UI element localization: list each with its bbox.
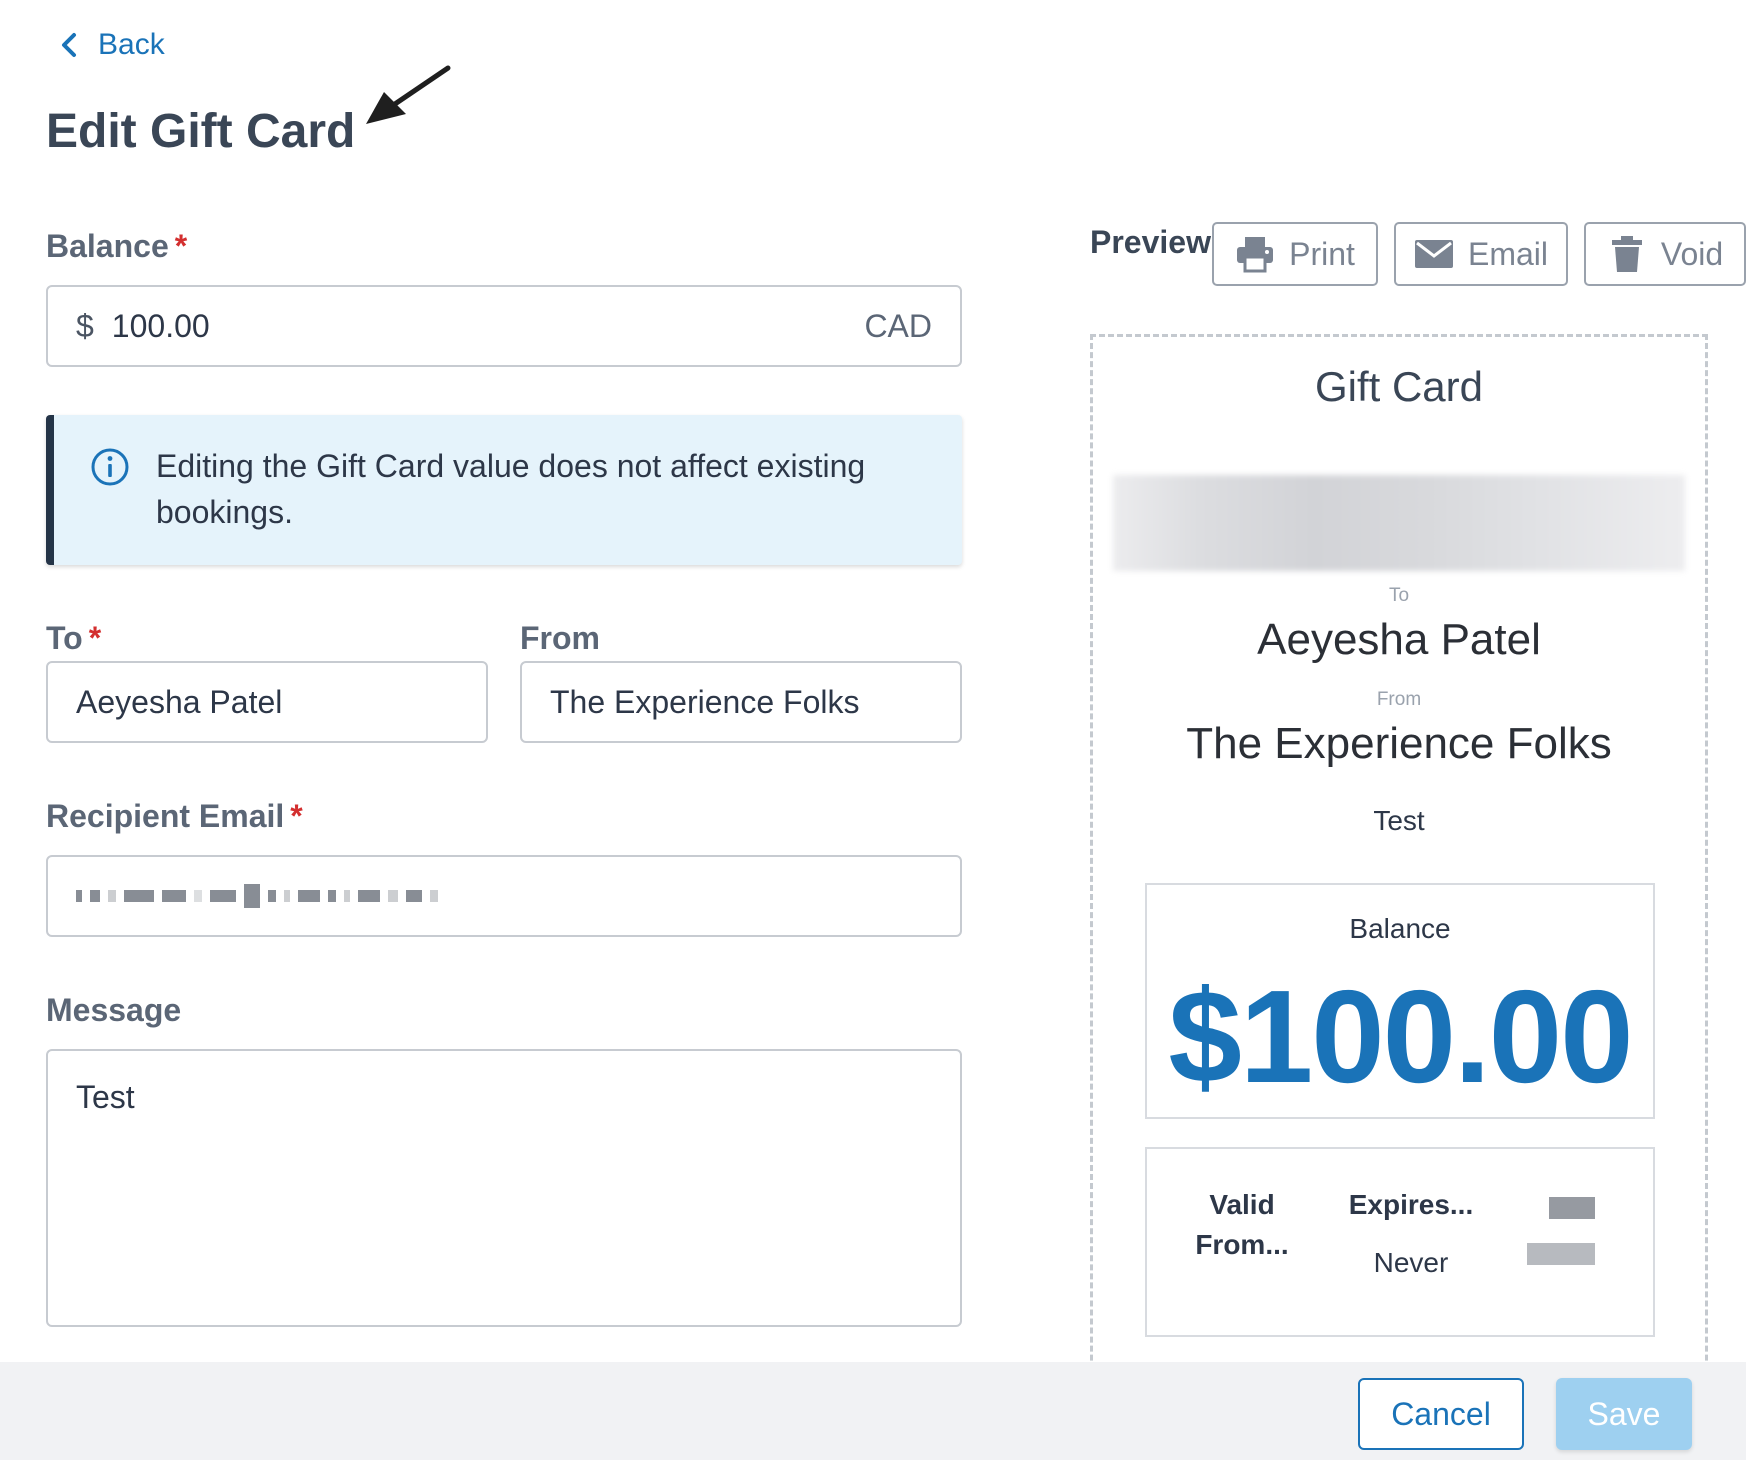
card-title: Gift Card [1314, 363, 1484, 410]
arrow-annotation-icon [366, 65, 451, 124]
back-label: Back [98, 28, 165, 61]
cancel-button[interactable]: Cancel [1358, 1378, 1524, 1450]
card-to-label: To [1388, 585, 1410, 606]
email-label: Email [1467, 235, 1548, 272]
card-from-name: The Experience Folks [1186, 719, 1612, 768]
to-value: Aeyesha Patel [76, 683, 283, 720]
message-label: Message [46, 992, 182, 1028]
void-button[interactable]: Void [1584, 222, 1746, 286]
envelope-icon [1414, 240, 1453, 268]
currency-code: CAD [864, 307, 932, 344]
chevron-left-icon [62, 33, 76, 57]
info-alert: Editing the Gift Card value does not aff… [46, 415, 962, 565]
info-icon [91, 448, 129, 486]
print-label: Print [1289, 235, 1355, 272]
email-button[interactable]: Email [1394, 222, 1568, 286]
alert-text: Editing the Gift Card value does not aff… [156, 448, 866, 530]
card-balance-label: Balance [1349, 913, 1451, 944]
required-mark: * [174, 228, 188, 264]
card-balance-amount: $100.00 [1168, 963, 1633, 1110]
card-validity-box: Valid From... Expires... Never [1145, 1147, 1655, 1337]
balance-input[interactable]: $ 100.00 CAD [46, 285, 962, 367]
required-mark: * [88, 620, 102, 656]
to-label: To * [46, 620, 102, 656]
card-banner-image [1113, 475, 1685, 571]
from-input[interactable]: The Experience Folks [520, 661, 962, 743]
redacted-email-value [76, 884, 438, 908]
required-mark: * [290, 798, 303, 834]
printer-icon [1237, 237, 1274, 273]
valid-from-label: Valid From... [1195, 1189, 1289, 1260]
page-title: Edit Gift Card [46, 105, 356, 158]
card-balance-box: Balance $100.00 [1145, 883, 1655, 1119]
trash-icon [1611, 236, 1642, 272]
save-button[interactable]: Save [1556, 1378, 1692, 1450]
balance-label: Balance * [46, 228, 188, 264]
message-textarea[interactable]: Test [46, 1049, 962, 1327]
message-value: Test [76, 1079, 135, 1115]
card-to-name: Aeyesha Patel [1257, 615, 1541, 664]
expires-label: Expires... [1348, 1189, 1474, 1220]
card-from-label: From [1376, 689, 1422, 710]
recipient-email-input[interactable] [46, 855, 962, 937]
recipient-email-label: Recipient Email * [46, 798, 303, 834]
from-value: The Experience Folks [550, 683, 860, 720]
to-input[interactable]: Aeyesha Patel [46, 661, 488, 743]
gift-card-preview: Gift Card To Aeyesha Patel From The Expe… [1090, 334, 1708, 1460]
expires-column: Expires... Never [1333, 1185, 1489, 1279]
card-message: Test [1373, 805, 1425, 836]
from-label: From [520, 620, 600, 656]
valid-from-column: Valid From... [1177, 1185, 1307, 1265]
print-button[interactable]: Print [1212, 222, 1378, 286]
currency-symbol: $ [76, 307, 94, 344]
void-label: Void [1660, 235, 1724, 272]
preview-label: Preview [1090, 224, 1211, 260]
balance-value: 100.00 [111, 307, 210, 344]
expires-value: Never [1373, 1247, 1449, 1278]
back-link[interactable]: Back [58, 28, 165, 62]
redacted-code [1527, 1197, 1607, 1265]
